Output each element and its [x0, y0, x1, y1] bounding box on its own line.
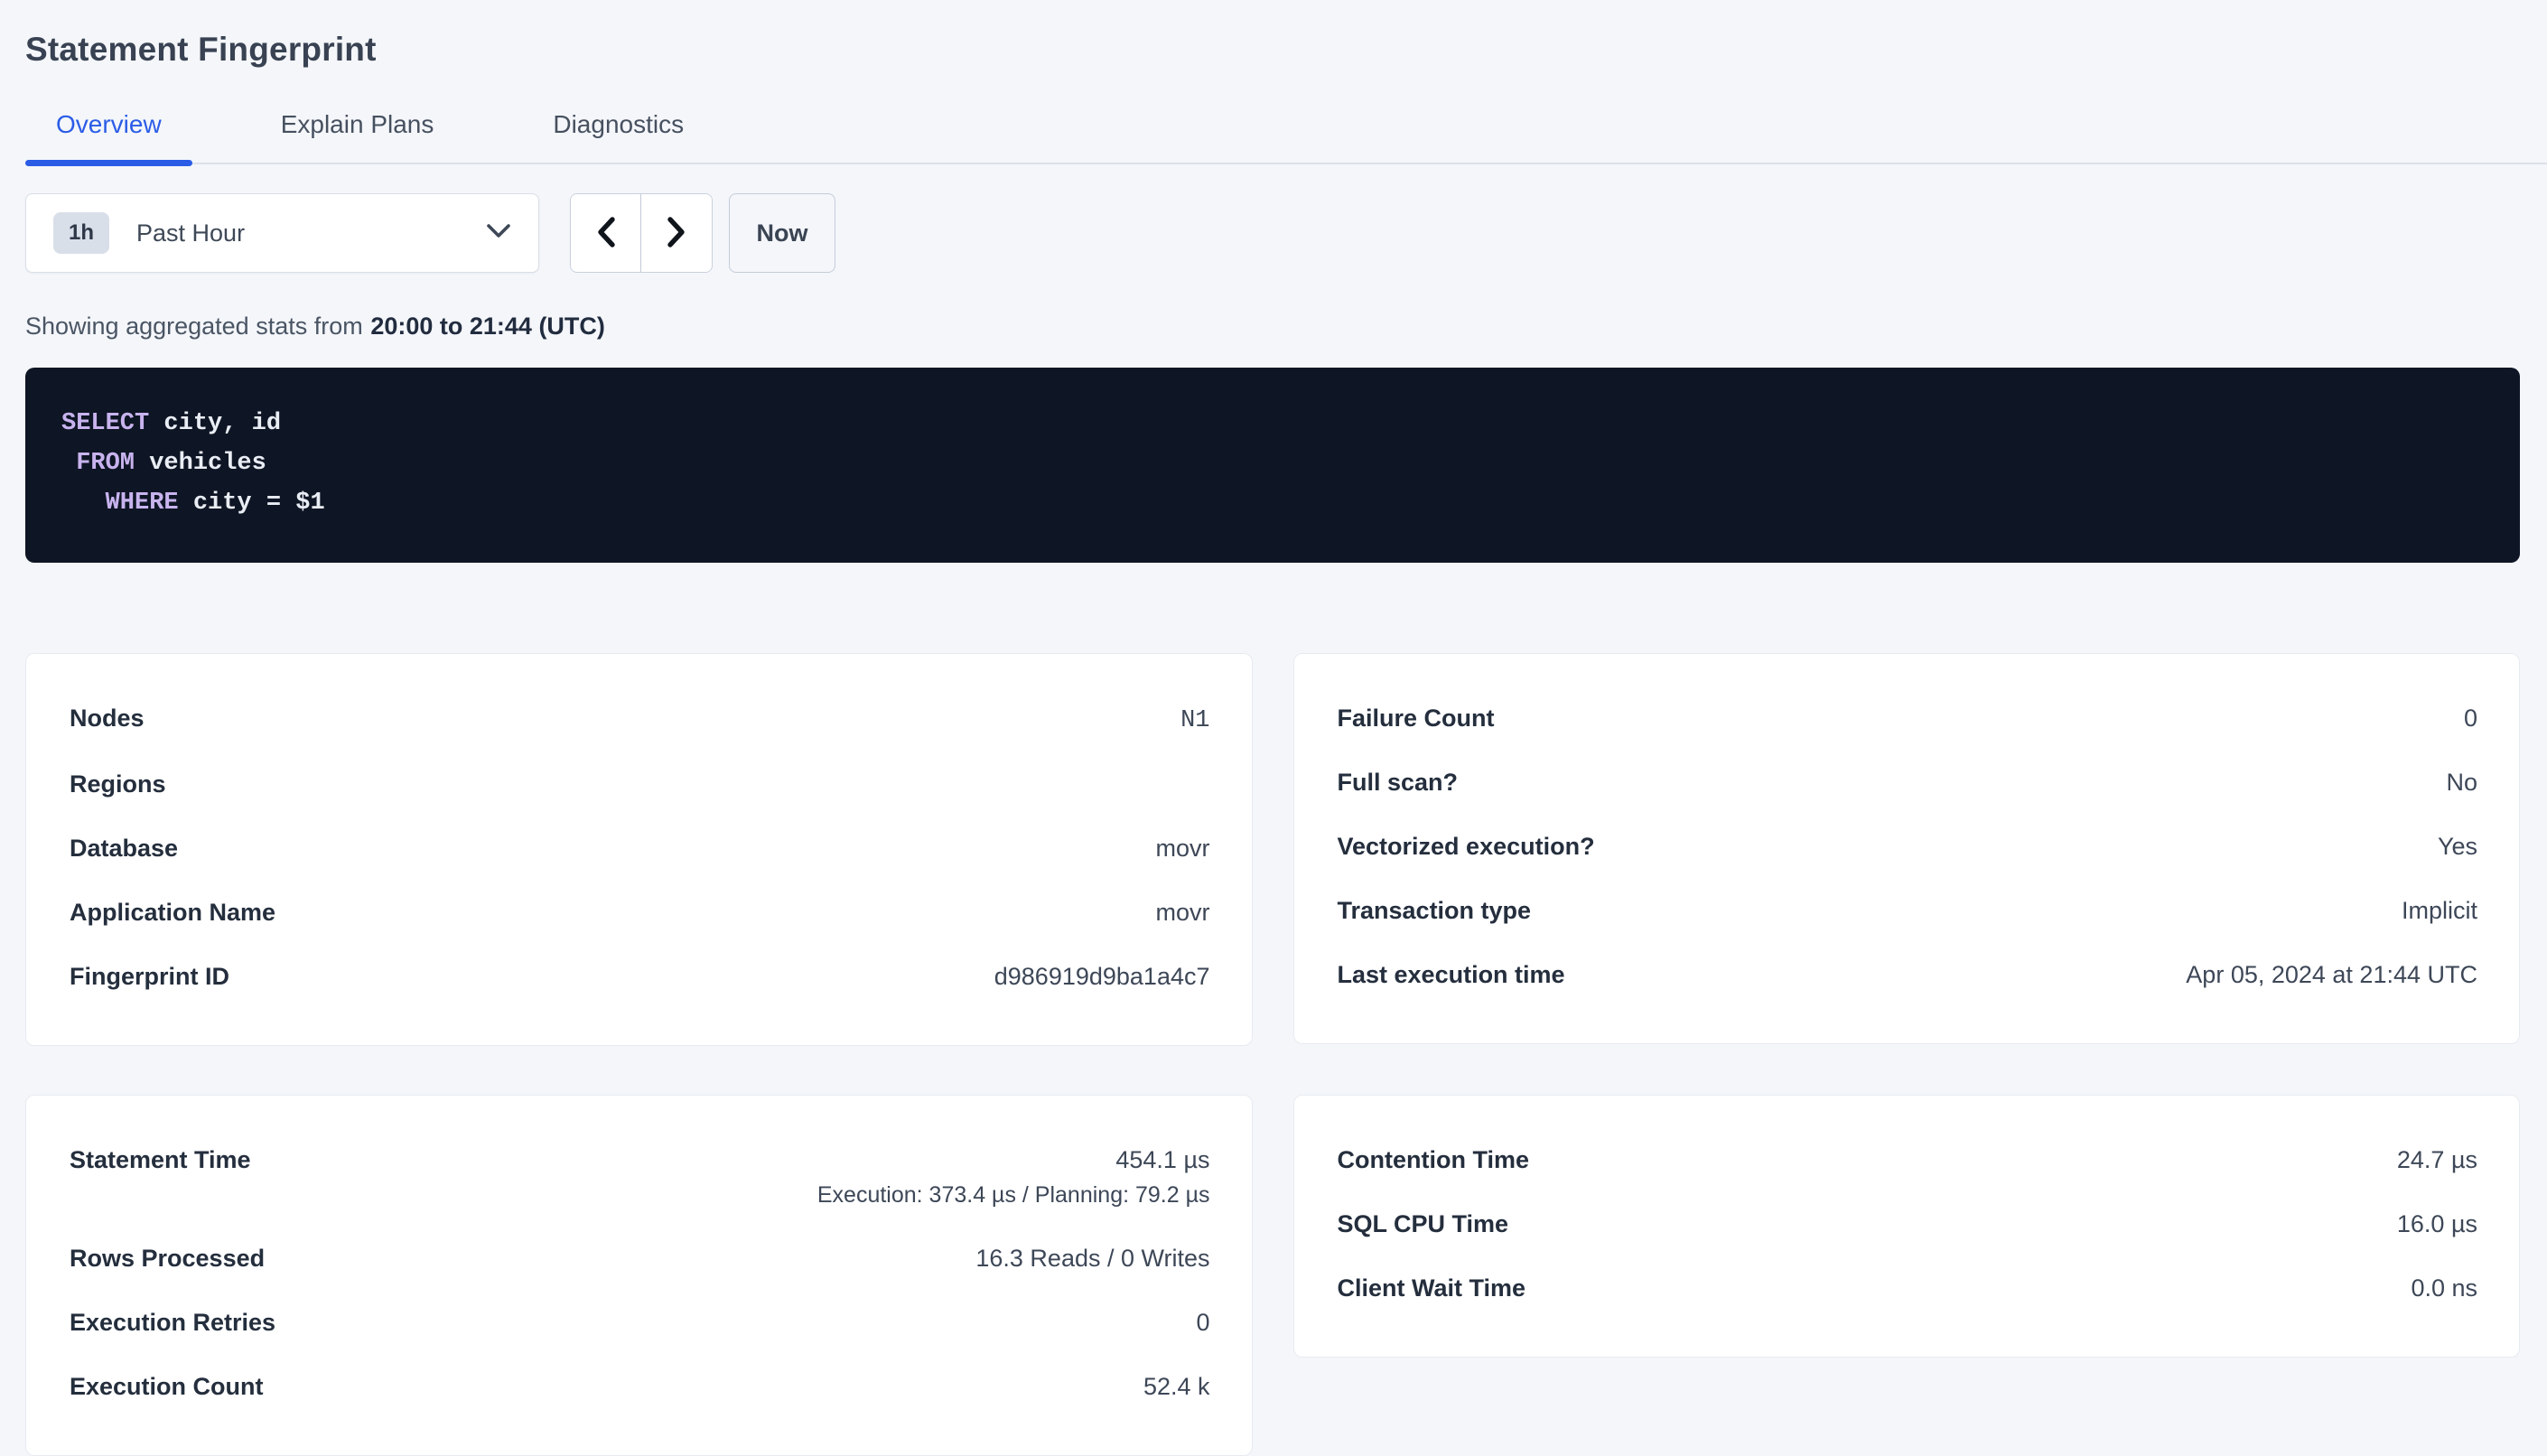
- attr-row-transaction-type: Transaction type Implicit: [1338, 897, 2478, 925]
- row-label: Execution Retries: [70, 1309, 275, 1337]
- tab-bar: Overview Explain Plans Diagnostics: [25, 110, 2547, 164]
- row-label: Regions: [70, 770, 166, 798]
- row-label: Contention Time: [1338, 1146, 1530, 1174]
- sql-statement-box: SELECT city, id FROM vehicles WHERE city…: [25, 368, 2520, 563]
- statement-time-breakdown: Execution: 373.4 µs / Planning: 79.2 µs: [817, 1182, 1210, 1209]
- info-row-application-name: Application Name movr: [70, 899, 1210, 927]
- contention-row-client-wait-time: Client Wait Time 0.0 ns: [1338, 1274, 2478, 1302]
- info-row-fingerprint-id: Fingerprint ID d986919d9ba1a4c7: [70, 963, 1210, 991]
- row-label: Statement Time: [70, 1146, 251, 1174]
- row-value: 0.0 ns: [2411, 1274, 2477, 1302]
- row-label: Last execution time: [1338, 961, 1565, 989]
- time-range-dropdown[interactable]: 1h Past Hour: [25, 193, 539, 273]
- attr-row-vectorized: Vectorized execution? Yes: [1338, 833, 2478, 861]
- row-value: Implicit: [2402, 897, 2477, 925]
- sql-keyword: SELECT: [61, 410, 149, 437]
- aggregation-note-range: 20:00 to 21:44 (UTC): [370, 313, 605, 340]
- fingerprint-id-value: d986919d9ba1a4c7: [994, 963, 1210, 991]
- row-label: Database: [70, 835, 178, 863]
- info-row-database: Database movr: [70, 835, 1210, 863]
- attr-row-last-execution: Last execution time Apr 05, 2024 at 21:4…: [1338, 961, 2478, 989]
- row-label: Full scan?: [1338, 769, 1459, 797]
- chevron-down-icon: [486, 223, 511, 244]
- statement-fingerprint-page: Statement Fingerprint Overview Explain P…: [0, 0, 2547, 1454]
- application-name-link[interactable]: movr: [1156, 899, 1210, 927]
- nodes-link[interactable]: N1: [1180, 707, 1209, 734]
- tab-overview[interactable]: Overview: [25, 110, 192, 163]
- contention-stats-card: Contention Time 24.7 µs SQL CPU Time 16.…: [1293, 1095, 2521, 1358]
- row-label: Client Wait Time: [1338, 1274, 1526, 1302]
- statement-time-values: 454.1 µs Execution: 373.4 µs / Planning:…: [817, 1146, 1210, 1209]
- row-label: Application Name: [70, 899, 275, 927]
- row-label: SQL CPU Time: [1338, 1210, 1509, 1238]
- row-value: 24.7 µs: [2397, 1146, 2477, 1174]
- sql-statement: SELECT city, id FROM vehicles WHERE city…: [61, 404, 2484, 523]
- time-range-pager: [570, 193, 713, 273]
- tab-overview-label: Overview: [56, 110, 162, 138]
- time-range-selected: Past Hour: [136, 219, 486, 247]
- now-button[interactable]: Now: [729, 193, 835, 273]
- prev-range-button[interactable]: [571, 194, 641, 272]
- row-value: Yes: [2438, 833, 2477, 861]
- timing-row-execution-count: Execution Count 52.4 k: [70, 1373, 1210, 1401]
- timing-row-execution-retries: Execution Retries 0: [70, 1309, 1210, 1337]
- chevron-right-icon: [665, 216, 688, 251]
- tab-explain-plans[interactable]: Explain Plans: [250, 110, 465, 163]
- contention-row-sql-cpu-time: SQL CPU Time 16.0 µs: [1338, 1210, 2478, 1238]
- attr-row-failure-count: Failure Count 0: [1338, 705, 2478, 733]
- time-range-badge: 1h: [53, 212, 109, 254]
- row-label: Transaction type: [1338, 897, 1532, 925]
- row-value: No: [2446, 769, 2477, 797]
- row-label: Fingerprint ID: [70, 963, 229, 991]
- row-value: 0: [2464, 705, 2477, 733]
- row-value: Apr 05, 2024 at 21:44 UTC: [2186, 961, 2477, 989]
- attr-row-full-scan: Full scan? No: [1338, 769, 2478, 797]
- tab-explain-plans-label: Explain Plans: [281, 110, 434, 138]
- info-row-nodes: Nodes N1: [70, 705, 1210, 734]
- row-label: Failure Count: [1338, 705, 1495, 733]
- tab-diagnostics-label: Diagnostics: [553, 110, 684, 138]
- aggregation-note-prefix: Showing aggregated stats from: [25, 313, 363, 340]
- contention-row-contention-time: Contention Time 24.7 µs: [1338, 1146, 2478, 1174]
- timing-stats-card: Statement Time 454.1 µs Execution: 373.4…: [25, 1095, 1253, 1456]
- page-title: Statement Fingerprint: [25, 31, 2547, 69]
- row-value: 52.4 k: [1143, 1373, 1210, 1401]
- info-row-regions: Regions: [70, 770, 1210, 798]
- row-value: 0: [1196, 1309, 1209, 1337]
- summary-cards: Nodes N1 Regions Database movr Applicati…: [25, 653, 2520, 1456]
- row-value: 16.3 Reads / 0 Writes: [975, 1245, 1209, 1273]
- aggregation-note: Showing aggregated stats from 20:00 to 21…: [25, 313, 2547, 341]
- chevron-left-icon: [594, 216, 618, 251]
- active-tab-underline: [25, 160, 192, 166]
- row-value: 454.1 µs: [1115, 1146, 1209, 1174]
- row-label: Nodes: [70, 705, 145, 733]
- timing-row-statement-time: Statement Time 454.1 µs Execution: 373.4…: [70, 1146, 1210, 1209]
- execution-attributes-card: Failure Count 0 Full scan? No Vectorized…: [1293, 653, 2521, 1044]
- row-label: Execution Count: [70, 1373, 264, 1401]
- sql-keyword: WHERE: [106, 490, 179, 517]
- row-value: 16.0 µs: [2397, 1210, 2477, 1238]
- statement-info-card: Nodes N1 Regions Database movr Applicati…: [25, 653, 1253, 1046]
- time-controls: 1h Past Hour Now: [25, 193, 2547, 273]
- row-value: movr: [1156, 835, 1210, 863]
- row-label: Rows Processed: [70, 1245, 265, 1273]
- sql-keyword: FROM: [76, 450, 135, 477]
- row-label: Vectorized execution?: [1338, 833, 1595, 861]
- tab-diagnostics[interactable]: Diagnostics: [522, 110, 714, 163]
- next-range-button[interactable]: [641, 194, 712, 272]
- timing-row-rows-processed: Rows Processed 16.3 Reads / 0 Writes: [70, 1245, 1210, 1273]
